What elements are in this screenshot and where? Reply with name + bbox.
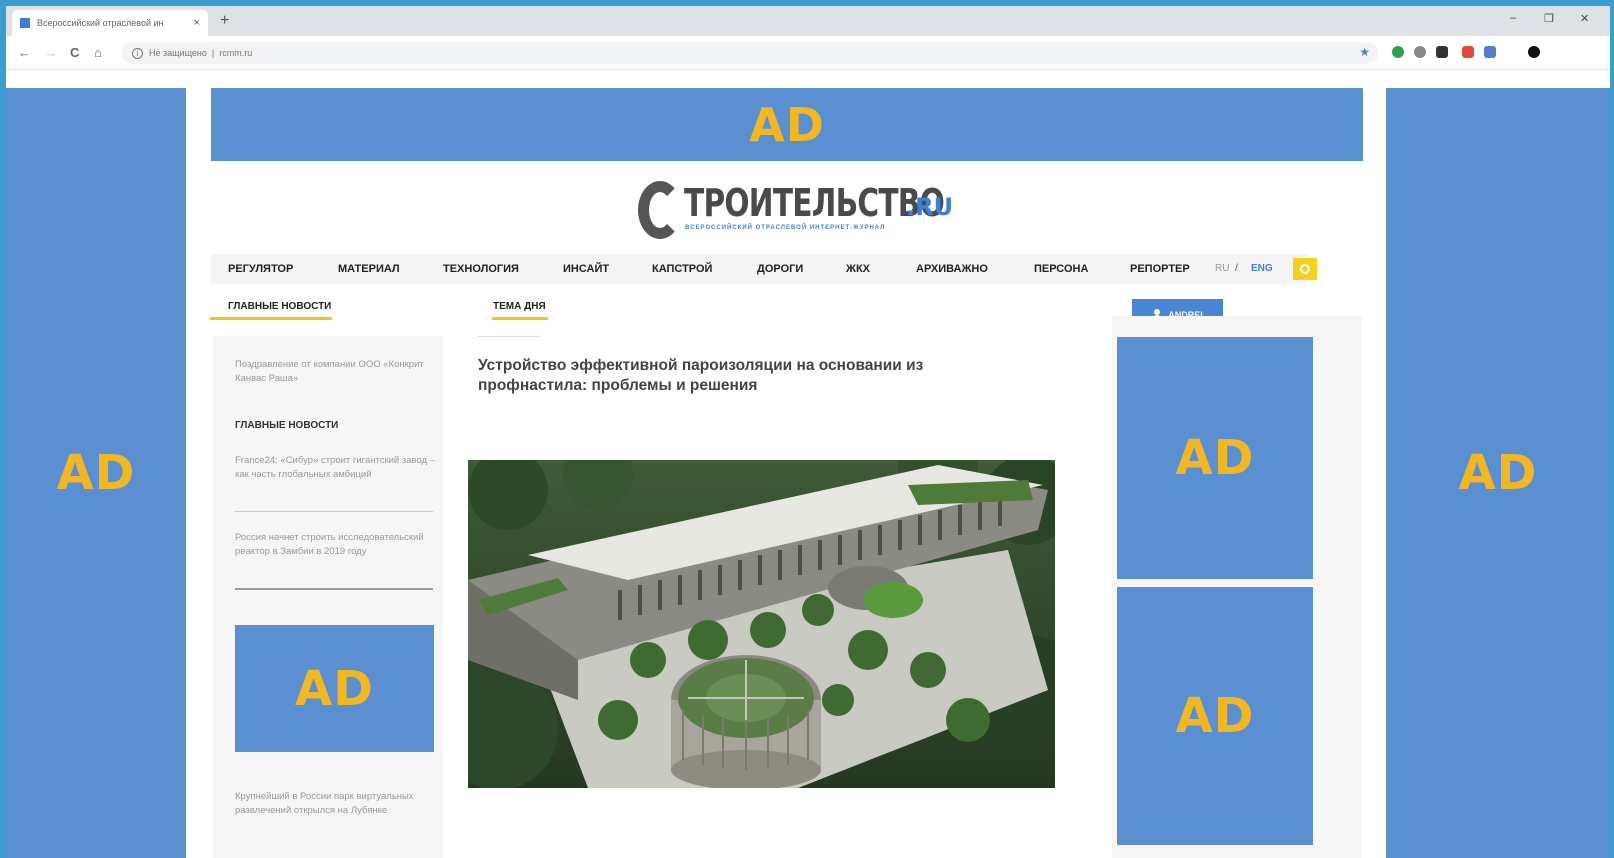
url-separator: |: [211, 48, 215, 58]
menu-item-zhkkh[interactable]: ЖКХ: [846, 263, 870, 275]
ad-label: AD: [749, 97, 825, 152]
menu-item-tekhnologiya[interactable]: ТЕХНОЛОГИЯ: [443, 263, 519, 275]
minimize-button[interactable]: –: [1510, 12, 1516, 24]
search-button[interactable]: [1293, 258, 1317, 280]
extension-green-icon[interactable]: [1392, 46, 1404, 58]
back-button[interactable]: ←: [18, 45, 31, 60]
tab-main-news-underline: [210, 317, 332, 320]
browser-toolbar: ← → C ⌂ i Не защищено | rcmm.ru ★: [6, 36, 1610, 70]
restore-button[interactable]: ❐: [1544, 12, 1554, 25]
ad-label: AD: [1175, 688, 1255, 744]
forward-button[interactable]: →: [44, 45, 57, 60]
article-area: Устройство эффективной пароизоляции на о…: [462, 336, 1067, 858]
menu-item-insayt[interactable]: ИНСАЙТ: [563, 263, 609, 275]
right-ad-column: AD AD: [1112, 316, 1362, 858]
lang-ru-link[interactable]: RU: [1215, 263, 1229, 274]
ad-label: AD: [1175, 430, 1255, 486]
news-link-2[interactable]: France24: «Сибур» строит гигантский заво…: [235, 454, 440, 482]
logo-c-mark: [638, 181, 682, 239]
top-banner-ad[interactable]: AD: [211, 88, 1363, 161]
news-divider: [235, 511, 433, 512]
tab-topic-of-day[interactable]: ТЕМА ДНЯ: [493, 301, 546, 312]
right-ad-2[interactable]: AD: [1117, 587, 1313, 845]
extension-dark-icon[interactable]: [1436, 46, 1448, 58]
home-button[interactable]: ⌂: [94, 45, 102, 60]
menu-item-reporter[interactable]: РЕПОРТЕР: [1130, 263, 1190, 275]
article-title[interactable]: Устройство эффективной пароизоляции на о…: [478, 356, 1018, 396]
lang-separator: /: [1235, 263, 1238, 274]
address-bar[interactable]: i Не защищено | rcmm.ru ★: [122, 42, 1378, 64]
main-menu: РЕГУЛЯТОР МАТЕРИАЛ ТЕХНОЛОГИЯ ИНСАЙТ КАП…: [211, 254, 1317, 284]
bookmark-star-icon[interactable]: ★: [1359, 45, 1370, 59]
extension-blue-icon[interactable]: [1484, 46, 1496, 58]
left-column-ad[interactable]: AD: [235, 625, 434, 752]
tab-title: Всероссийский отраслевой ин: [37, 18, 164, 28]
news-link-3[interactable]: Россия начнет строить исследовательский …: [235, 531, 440, 559]
menu-item-arkhivazhno[interactable]: АРХИВАЖНО: [916, 263, 988, 275]
extension-gray-icon[interactable]: [1414, 46, 1426, 58]
right-ad-1[interactable]: AD: [1117, 337, 1313, 579]
info-icon[interactable]: i: [132, 47, 143, 59]
menu-item-dorogi[interactable]: ДОРОГИ: [757, 263, 803, 275]
url-text: rcmm.ru: [219, 48, 253, 58]
article-photo[interactable]: [468, 460, 1055, 788]
search-icon: [1300, 264, 1310, 274]
extension-red-icon[interactable]: [1462, 46, 1474, 58]
tab-close-icon[interactable]: ×: [194, 17, 200, 29]
building-rendering-image: [468, 460, 1055, 788]
left-side-ad[interactable]: AD: [6, 88, 186, 858]
menu-item-material[interactable]: МАТЕРИАЛ: [338, 263, 400, 275]
menu-item-regulyator[interactable]: РЕГУЛЯТОР: [228, 263, 293, 275]
close-window-button[interactable]: ✕: [1580, 12, 1589, 25]
news-link-1[interactable]: Поздравление от компании ООО «Конкрит Ка…: [235, 358, 440, 386]
menu-item-persona[interactable]: ПЕРСОНА: [1034, 263, 1088, 275]
site-favicon-icon: [20, 18, 30, 28]
security-label: Не защищено: [149, 48, 207, 58]
tab-main-news[interactable]: ГЛАВНЫЕ НОВОСТИ: [228, 301, 331, 312]
new-tab-button[interactable]: +: [220, 12, 229, 30]
news-divider: [235, 588, 433, 590]
browser-tab[interactable]: Всероссийский отраслевой ин ×: [12, 10, 208, 36]
ad-label: AD: [1458, 445, 1538, 501]
ad-label: AD: [295, 660, 374, 717]
lang-eng-link[interactable]: ENG: [1251, 263, 1273, 274]
tab-strip: Всероссийский отраслевой ин × + – ❐ ✕: [6, 6, 1610, 36]
ad-label: AD: [56, 445, 136, 501]
menu-item-kapstroy[interactable]: КАПСТРОЙ: [652, 263, 712, 275]
tab-topic-underline: [492, 317, 548, 320]
profile-avatar-icon[interactable]: [1528, 46, 1540, 58]
left-news-heading: ГЛАВНЫЕ НОВОСТИ: [235, 420, 339, 431]
left-news-column: Поздравление от компании ООО «Конкрит Ка…: [213, 336, 443, 858]
reload-button[interactable]: C: [70, 45, 79, 60]
logo-domain-text: .RU: [906, 193, 954, 221]
right-side-ad[interactable]: AD: [1386, 88, 1610, 858]
news-link-4[interactable]: Крупнейший в России парк виртуальных раз…: [235, 790, 440, 818]
browser-window: Всероссийский отраслевой ин × + – ❐ ✕ ← …: [6, 6, 1610, 858]
title-rule: [478, 336, 540, 337]
site-logo[interactable]: ТРОИТЕЛЬСТВО .RU ВСЕРОССИЙСКИЙ ОТРАСЛЕВО…: [638, 181, 1017, 243]
logo-subtitle: ВСЕРОССИЙСКИЙ ОТРАСЛЕВОЙ ИНТЕРНЕТ-ЖУРНАЛ: [685, 225, 886, 231]
